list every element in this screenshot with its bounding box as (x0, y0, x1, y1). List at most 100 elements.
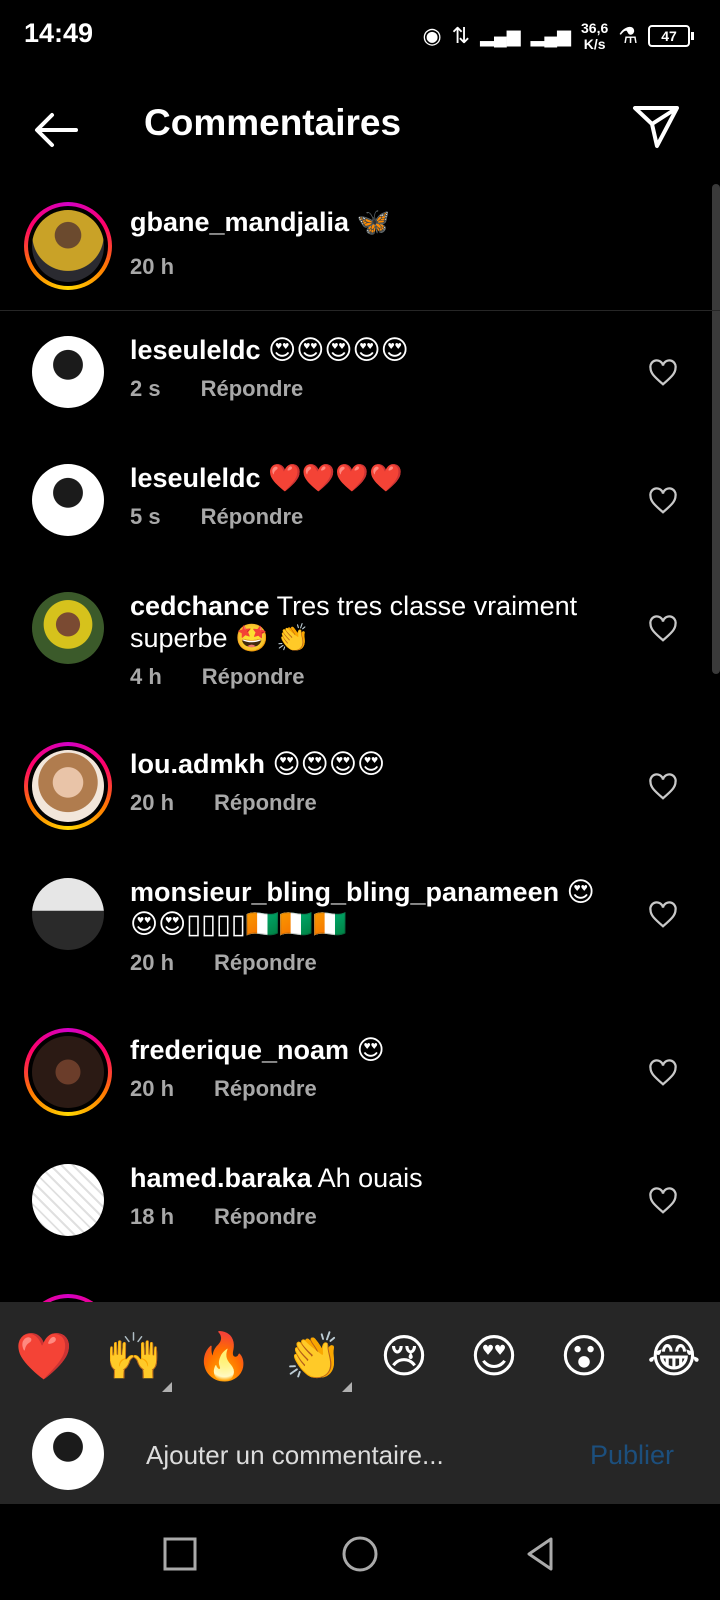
skin-tone-indicator (162, 1382, 172, 1392)
reply-button[interactable]: Répondre (201, 504, 304, 530)
comment-time: 20 h (130, 790, 175, 815)
recent-apps-button[interactable] (158, 1532, 202, 1576)
signal-icon: ▂▄▆ (530, 25, 572, 46)
reply-button[interactable]: Répondre (214, 950, 317, 976)
comment-time: 5 s (130, 504, 161, 529)
comment-content: lou.admkh 😍😍😍😍 (130, 748, 620, 780)
comment-meta: 20 h Répondre (130, 1076, 620, 1102)
page-title: Commentaires (144, 102, 402, 143)
comment-meta: 5 s Répondre (130, 504, 620, 530)
reply-button[interactable]: Répondre (202, 664, 305, 690)
emoji-raised-hands-glyph: 🙌 (105, 1330, 163, 1382)
caption-username[interactable]: gbane_mandjalia (130, 207, 349, 237)
comment-content: cedchance Tres tres classe vraiment supe… (130, 590, 620, 654)
avatar[interactable] (32, 878, 104, 950)
comment-input[interactable] (144, 1432, 568, 1478)
paper-plane-icon (633, 106, 679, 148)
emoji-clap-glyph: 👏 (285, 1330, 343, 1382)
comment-time: 4 h (130, 664, 162, 689)
reply-button[interactable]: Répondre (214, 790, 317, 816)
back-button[interactable] (30, 104, 82, 156)
system-navigation-bar (0, 1504, 720, 1600)
emoji-laughing-button[interactable]: 😂 (644, 1326, 704, 1386)
caption-text: 🦋 (356, 207, 391, 237)
avatar[interactable] (24, 1028, 112, 1116)
comment-time: 20 h (130, 1076, 175, 1101)
emoji-surprised-button[interactable]: 😮 (554, 1326, 614, 1386)
comment-username[interactable]: lou.admkh (130, 749, 265, 779)
emoji-clap-button[interactable]: 👏 (284, 1326, 352, 1392)
comment-text: ❤️❤️❤️❤️ (268, 463, 403, 493)
back-nav-button[interactable] (518, 1532, 562, 1576)
like-heart-icon[interactable] (648, 614, 678, 644)
comment-text: 😍 (356, 1035, 385, 1065)
avatar[interactable] (24, 1294, 112, 1302)
comment-list: gbane_mandjalia 🦋 20 h leseuleldc 😍😍😍😍😍 … (0, 178, 720, 1302)
comment-text: 😍😍😍😍😍 (268, 335, 409, 365)
comment-time: 20 h (130, 950, 175, 975)
emoji-heart-button[interactable]: ❤️ (14, 1326, 74, 1386)
comment-text: Ah ouais (317, 1163, 423, 1193)
post-caption: gbane_mandjalia 🦋 20 h (0, 178, 720, 311)
battery-indicator: 47 (648, 25, 694, 47)
network-speed-unit: K/s (583, 36, 606, 52)
comment-content: hamed.baraka Ah ouais (130, 1162, 620, 1194)
network-speed-value: 36,6 (581, 20, 609, 36)
emoji-fire-button[interactable]: 🔥 (194, 1326, 254, 1386)
battery-tip (691, 32, 694, 40)
avatar[interactable] (24, 742, 112, 830)
skin-tone-indicator (342, 1382, 352, 1392)
comment-meta: 20 h Répondre (130, 950, 620, 976)
comment-text: 😍😍😍😍 (272, 749, 386, 779)
avatar[interactable] (32, 464, 104, 536)
emoji-raised-hands-button[interactable]: 🙌 (104, 1326, 172, 1392)
comment-username[interactable]: monsieur_bling_bling_panameen (130, 877, 559, 907)
status-icons: ◉ ⇅ ▂▄▆ ▂▄▆ 36,6 K/s ⚗ 47 (422, 14, 694, 58)
data-transfer-icon: ⇅ (451, 23, 471, 48)
avatar[interactable] (32, 592, 104, 664)
comment-content: frederique_noam 😍 (130, 1034, 620, 1066)
like-heart-icon[interactable] (648, 358, 678, 388)
comment-username[interactable]: frederique_noam (130, 1035, 349, 1065)
network-speed: 36,6 K/s (581, 20, 608, 52)
comment-input-bar: Publier (0, 1406, 720, 1504)
comment-content: leseuleldc ❤️❤️❤️❤️ (130, 462, 620, 494)
signal-4g-icon: ▂▄▆ (480, 25, 521, 46)
home-button[interactable] (338, 1532, 382, 1576)
current-user-avatar (32, 1418, 104, 1490)
comment-username[interactable]: hamed.baraka (130, 1163, 312, 1193)
avatar[interactable] (32, 336, 104, 408)
caption-time: 20 h (130, 254, 175, 279)
comment-meta: 18 h Répondre (130, 1204, 620, 1230)
emoji-reaction-bar: ❤️ 🙌 🔥 👏 😢 😍 😮 😂 (0, 1302, 720, 1406)
avatar[interactable] (32, 1164, 104, 1236)
emoji-crying-button[interactable]: 😢 (374, 1326, 434, 1386)
publish-button[interactable]: Publier (590, 1440, 674, 1471)
emoji-heart-eyes-button[interactable]: 😍 (464, 1326, 524, 1386)
comment-time: 2 s (130, 376, 161, 401)
like-heart-icon[interactable] (648, 1186, 678, 1216)
reply-button[interactable]: Répondre (201, 376, 304, 402)
share-button[interactable] (630, 100, 682, 152)
status-time: 14:49 (24, 18, 94, 48)
like-heart-icon[interactable] (648, 1058, 678, 1088)
header: Commentaires (0, 78, 720, 178)
comment-username[interactable]: leseuleldc (130, 335, 261, 365)
battery-level: 47 (648, 25, 690, 47)
status-bar: 14:49 ◉ ⇅ ▂▄▆ ▂▄▆ 36,6 K/s ⚗ 47 (0, 0, 720, 72)
comment-meta: 2 s Répondre (130, 376, 620, 402)
lab-flask-icon: ⚗ (618, 23, 638, 48)
comment-meta: 20 h Répondre (130, 790, 620, 816)
comment-content: leseuleldc 😍😍😍😍😍 (130, 334, 620, 366)
back-arrow-icon (35, 113, 78, 147)
reply-button[interactable]: Répondre (214, 1204, 317, 1230)
like-heart-icon[interactable] (648, 486, 678, 516)
like-heart-icon[interactable] (648, 772, 678, 802)
comment-content: monsieur_bling_bling_panameen 😍😍😍▯▯▯▯🇨🇮🇨… (130, 876, 620, 940)
like-heart-icon[interactable] (648, 900, 678, 930)
avatar[interactable] (24, 202, 112, 290)
comment-username[interactable]: cedchance (130, 591, 270, 621)
comment-username[interactable]: leseuleldc (130, 463, 261, 493)
reply-button[interactable]: Répondre (214, 1076, 317, 1102)
comment-time: 18 h (130, 1204, 175, 1229)
